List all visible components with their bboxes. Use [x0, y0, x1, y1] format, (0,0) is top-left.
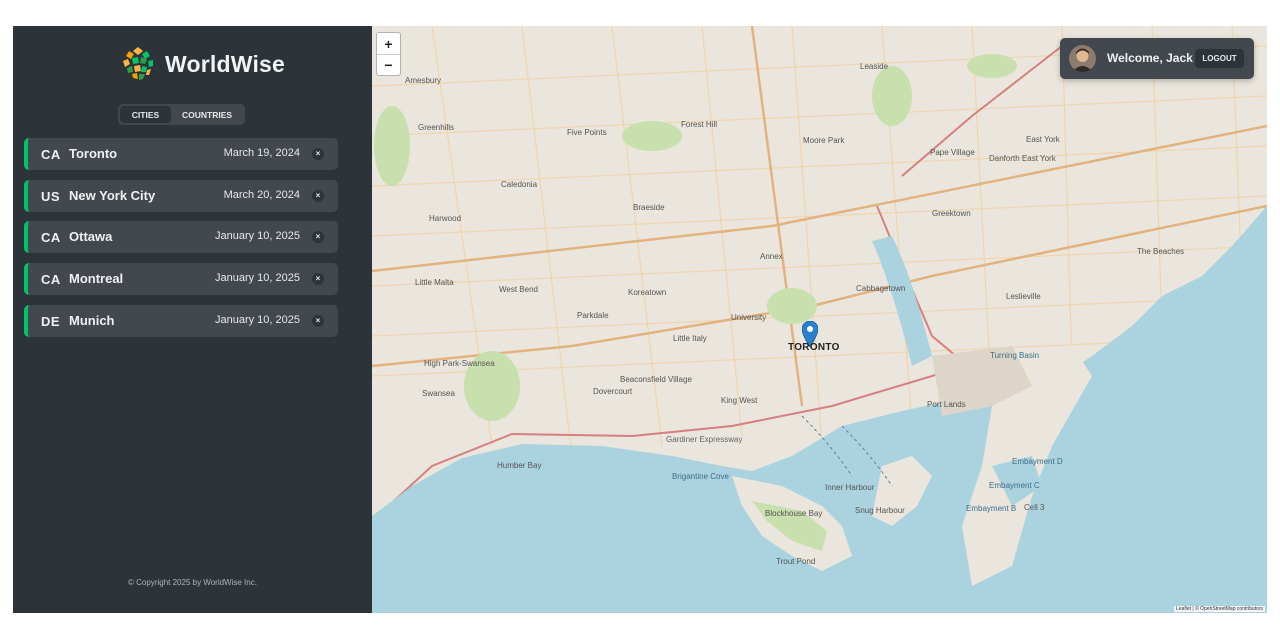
welcome-text: Welcome, Jack [1107, 51, 1193, 65]
map-label: Pape Village [930, 148, 975, 157]
logo[interactable]: WorldWise [119, 45, 285, 83]
marker-label: TORONTO [788, 342, 840, 353]
map-label: Embayment C [989, 481, 1040, 490]
tab-countries[interactable]: COUNTRIES [171, 106, 243, 123]
map-label: The Beaches [1137, 247, 1185, 256]
map-label: Little Malta [415, 278, 454, 287]
map-tiles[interactable] [372, 26, 1267, 613]
map-attribution[interactable]: Leaflet | © OpenStreetMap contributors [1174, 606, 1265, 612]
copyright-text: © Copyright 2025 by WorldWise Inc. [128, 578, 257, 587]
zoom-in-button[interactable]: + [377, 33, 400, 54]
map-label: Little Italy [673, 334, 707, 343]
zoom-control: + − [376, 32, 401, 76]
city-list: CA Toronto March 19, 2024 × US New York … [24, 138, 338, 346]
delete-city-button[interactable]: × [312, 273, 324, 286]
map-label: Koreatown [628, 288, 667, 297]
country-code: CA [41, 230, 61, 246]
list-item[interactable]: CA Montreal January 10, 2025 × [24, 263, 338, 296]
user-avatar-icon [1069, 45, 1096, 72]
country-code: CA [41, 147, 61, 162]
map-label: Leslieville [1006, 292, 1041, 301]
view-tabs: CITIES COUNTRIES [118, 104, 245, 125]
delete-city-button[interactable]: × [312, 231, 324, 244]
map-label: Snug Harbour [855, 506, 905, 515]
map-label: Trout Pond [776, 557, 816, 566]
delete-city-button[interactable]: × [312, 148, 324, 160]
map-label: West Bend [499, 285, 538, 294]
map-label: High Park-Swansea [424, 359, 495, 368]
delete-city-button[interactable]: × [312, 189, 324, 202]
map-label: Gardiner Expressway [666, 435, 743, 444]
map-label: Dovercourt [593, 387, 633, 396]
visit-date: March 20, 2024 [223, 188, 300, 201]
list-item[interactable]: DE Munich January 10, 2025 × [24, 304, 338, 337]
map-label: Amesbury [405, 76, 442, 85]
map-label: Port Lands [927, 400, 966, 409]
avatar [1069, 45, 1096, 72]
map-label: Turning Basin [990, 351, 1040, 360]
map-label: Cell 3 [1024, 503, 1045, 512]
country-code: CA [41, 272, 61, 288]
visit-date: January 10, 2025 [214, 313, 300, 326]
map-label: Inner Harbour [825, 483, 875, 492]
country-code: US [41, 188, 61, 204]
map-label: King West [721, 396, 758, 405]
map-label: Forest Hill [681, 120, 718, 129]
city-name: New York City [69, 187, 156, 203]
visit-date: January 10, 2025 [214, 272, 300, 285]
map-label: East York [1026, 135, 1060, 144]
map-label: Caledonia [501, 180, 538, 189]
city-name: Ottawa [69, 229, 113, 245]
map-label: Embayment D [1012, 457, 1063, 466]
map-label: Beaconsfield Village [620, 375, 692, 384]
map-label: Braeside [633, 203, 665, 212]
logout-button[interactable]: LOGOUT [1195, 49, 1244, 68]
map-label: Brigantine Cove [672, 472, 729, 481]
map-label: Blockhouse Bay [765, 509, 823, 518]
city-name: Montreal [69, 271, 124, 287]
city-name: Toronto [69, 146, 118, 161]
map-label: Annex [760, 252, 783, 261]
list-item[interactable]: US New York City March 20, 2024 × [24, 179, 338, 212]
delete-city-button[interactable]: × [312, 314, 324, 327]
visit-date: January 10, 2025 [214, 230, 300, 243]
map-label: Greenhills [418, 123, 455, 132]
tab-cities[interactable]: CITIES [120, 106, 171, 123]
city-name: Munich [69, 312, 115, 328]
list-item[interactable]: CA Toronto March 19, 2024 × [24, 138, 338, 170]
country-code: DE [41, 313, 61, 329]
globe-logo-icon [120, 46, 156, 82]
sidebar: WorldWise CITIES COUNTRIES CA Toronto Ma… [13, 26, 372, 613]
app-layout: WorldWise CITIES COUNTRIES CA Toronto Ma… [13, 26, 1267, 613]
map-label: Leaside [860, 62, 889, 71]
map-label: Danforth East York [989, 154, 1056, 163]
zoom-out-button[interactable]: − [377, 54, 400, 75]
map-label: Harwood [429, 214, 462, 223]
map-label: Embayment B [966, 504, 1017, 513]
map-label: Cabbagetown [856, 284, 906, 293]
map-label: Parkdale [577, 311, 609, 320]
user-panel: Welcome, Jack LOGOUT [1060, 38, 1254, 79]
map-label: University [731, 313, 767, 322]
map-label: Greektown [932, 209, 971, 218]
app-name: WorldWise [165, 50, 286, 77]
visit-date: March 19, 2024 [223, 147, 300, 159]
map-label: Humber Bay [497, 461, 542, 470]
map-label: Five Points [567, 128, 607, 137]
list-item[interactable]: CA Ottawa January 10, 2025 × [24, 221, 338, 254]
map-view[interactable]: + − Humber Bay Inner Harbour Blockhouse … [372, 26, 1267, 613]
map-label: Swansea [422, 389, 455, 398]
map-label: Moore Park [803, 136, 845, 145]
